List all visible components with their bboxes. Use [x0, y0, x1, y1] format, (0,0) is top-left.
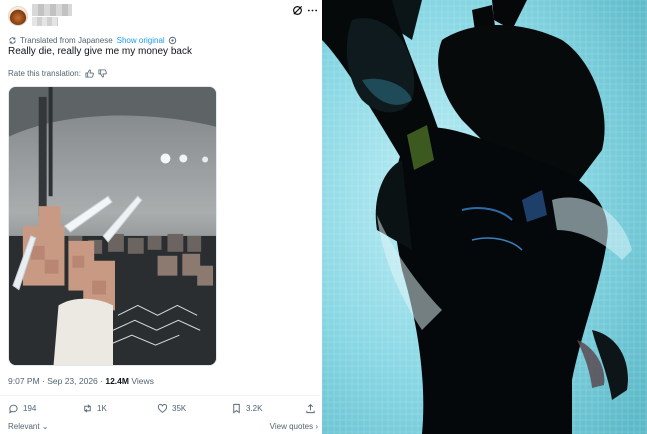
handle-redacted[interactable] [32, 17, 58, 26]
avatar[interactable] [8, 6, 28, 26]
reply-count: 194 [23, 404, 37, 413]
rate-translation-label: Rate this translation: [8, 68, 81, 78]
views-label: Views [128, 376, 154, 386]
performer-silhouette [322, 0, 647, 434]
rate-translation: Rate this translation: [8, 67, 107, 79]
settings-icon[interactable] [168, 36, 177, 45]
translation-note: Translated from Japanese Show original [8, 34, 180, 46]
translate-icon [9, 36, 16, 44]
replies-footer: Relevant ⌄ View quotes › [8, 422, 318, 434]
repost-icon [84, 404, 91, 413]
stage-performer-photo [322, 0, 647, 434]
share-button[interactable] [305, 403, 320, 414]
thumbs-down-icon[interactable] [98, 68, 107, 78]
sort-replies-dropdown[interactable]: Relevant ⌄ [8, 422, 49, 431]
bookmark-count: 3.2K [246, 404, 263, 413]
translation-label: Translated from Japanese [20, 35, 113, 45]
repost-button[interactable]: 1K [82, 403, 107, 414]
bookmark-icon [233, 403, 240, 414]
action-bar: 194 1K 35K 3.2K [8, 403, 318, 417]
like-button[interactable]: 35K [157, 403, 186, 414]
more-icon[interactable] [307, 5, 318, 16]
views-count: 12.4M [105, 376, 129, 386]
view-quotes-link[interactable]: View quotes › [270, 422, 318, 431]
display-name-redacted[interactable] [32, 4, 72, 16]
grok-icon[interactable] [292, 5, 303, 16]
reply-button[interactable]: 194 [8, 403, 36, 414]
concert-crowd-photo [9, 87, 216, 365]
tweet-text: Really die, really give me my money back [8, 46, 192, 57]
bookmark-button[interactable]: 3.2K [231, 403, 262, 414]
repost-count: 1K [97, 404, 107, 413]
tweet-panel: Translated from Japanese Show original R… [0, 0, 320, 434]
divider [0, 395, 320, 396]
reply-icon [9, 404, 18, 414]
post-meta: 9:07 PM · Sep 23, 2026 · 12.4M Views [8, 376, 154, 386]
thumbs-up-icon[interactable] [85, 68, 94, 78]
heart-icon [157, 404, 168, 413]
show-original-link[interactable]: Show original [117, 36, 165, 45]
post-timestamp[interactable]: 9:07 PM · Sep 23, 2026 · [8, 376, 105, 386]
like-count: 35K [172, 404, 187, 413]
tweet-photo[interactable] [8, 86, 217, 366]
share-icon [306, 404, 315, 414]
